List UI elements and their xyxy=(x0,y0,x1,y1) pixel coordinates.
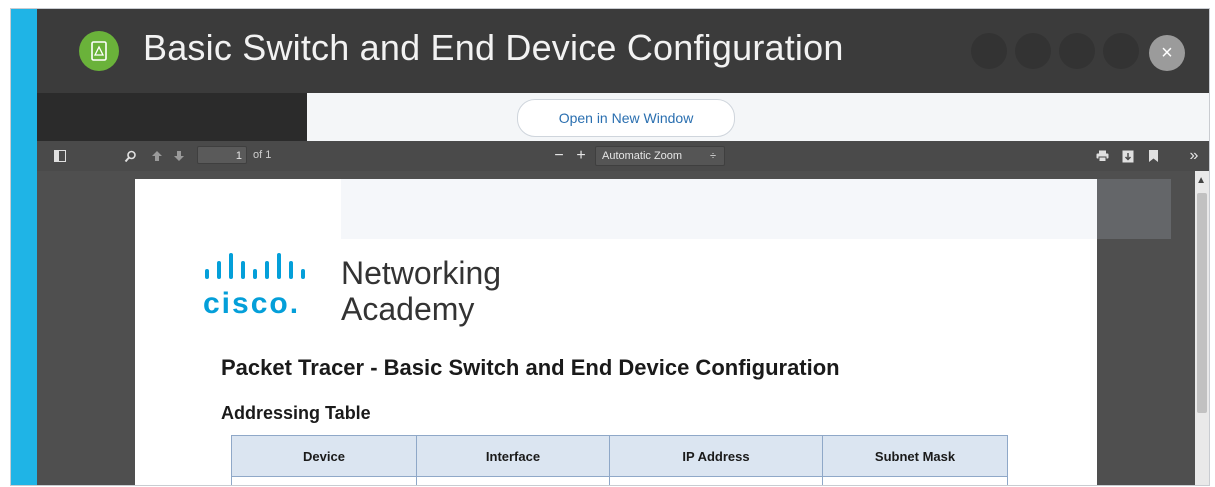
arrow-down-icon xyxy=(174,151,184,161)
brand-line-academy: Academy xyxy=(341,291,475,327)
sidebar-toggle-button[interactable] xyxy=(51,147,69,165)
table-header-ip-address: IP Address xyxy=(609,435,823,477)
table-cell: VLAN 1 xyxy=(416,476,610,485)
zoom-out-button[interactable]: − xyxy=(551,147,567,165)
download-button[interactable] xyxy=(1119,147,1137,165)
print-icon xyxy=(1096,150,1108,162)
arrow-up-icon xyxy=(152,151,162,161)
pdf-viewer[interactable]: cisco. Networking Academy Packet Tracer … xyxy=(37,171,1209,485)
table-cell: 255.255.255.0 xyxy=(822,476,1008,485)
open-in-new-window-button[interactable]: Open in New Window xyxy=(517,99,735,137)
table-cell xyxy=(609,476,823,485)
search-button[interactable] xyxy=(121,147,139,165)
bookmark-button[interactable] xyxy=(1145,147,1161,165)
modal-titlebar: Basic Switch and End Device Configuratio… xyxy=(37,9,1209,93)
table-cell xyxy=(231,476,417,485)
download-icon xyxy=(1122,150,1134,162)
addressing-table: Device Interface IP Address Subnet Mask … xyxy=(231,435,1008,485)
pdf-toolbar: 1 of 1 − + Automatic Zoom ÷ » xyxy=(37,141,1209,172)
tools-menu-button[interactable]: » xyxy=(1185,147,1203,165)
sidebar-toggle-icon xyxy=(54,150,66,162)
cisco-bars-icon xyxy=(205,253,305,279)
modal-window: Basic Switch and End Device Configuratio… xyxy=(10,8,1210,486)
table-header-row: Device Interface IP Address Subnet Mask xyxy=(231,435,1008,477)
background-share-icons xyxy=(971,33,1139,69)
close-button[interactable]: × xyxy=(1149,35,1185,71)
document-title: Packet Tracer - Basic Switch and End Dev… xyxy=(221,355,840,380)
scroll-up-icon[interactable]: ▲ xyxy=(1196,175,1206,186)
networking-academy-text: Networking Academy xyxy=(341,255,501,327)
scrollbar-thumb[interactable] xyxy=(1197,193,1207,413)
next-page-button[interactable] xyxy=(171,147,187,165)
zoom-select-value: Automatic Zoom xyxy=(602,150,683,162)
zoom-select[interactable]: Automatic Zoom ÷ xyxy=(595,146,725,166)
previous-page-button[interactable] xyxy=(149,147,165,165)
chevron-updown-icon: ÷ xyxy=(709,150,716,162)
section-heading: Addressing Table xyxy=(221,403,371,423)
background-overlay xyxy=(341,179,1171,239)
table-header-interface: Interface xyxy=(416,435,610,477)
page-number-input[interactable]: 1 xyxy=(197,146,247,164)
left-accent-bar xyxy=(11,9,37,485)
banner-bar: Open in New Window xyxy=(37,93,1209,141)
brand-line-networking: Networking xyxy=(341,255,502,291)
cisco-wordmark: cisco. xyxy=(203,287,301,320)
bookmark-icon xyxy=(1148,150,1158,162)
background-sidebar xyxy=(37,93,307,141)
pdf-page: cisco. Networking Academy Packet Tracer … xyxy=(135,179,1171,485)
print-button[interactable] xyxy=(1093,147,1111,165)
close-icon: × xyxy=(1161,41,1173,64)
page-count-label: of 1 xyxy=(253,149,272,161)
table-header-device: Device xyxy=(231,435,417,477)
table-header-subnet-mask: Subnet Mask xyxy=(822,435,1008,477)
search-icon xyxy=(124,150,136,162)
modal-title: Basic Switch and End Device Configuratio… xyxy=(143,27,844,68)
table-row: VLAN 1 255.255.255.0 xyxy=(231,476,1008,485)
zoom-in-button[interactable]: + xyxy=(573,147,589,165)
vertical-scrollbar[interactable]: ▲ xyxy=(1195,171,1209,485)
pdf-file-icon xyxy=(79,31,119,71)
